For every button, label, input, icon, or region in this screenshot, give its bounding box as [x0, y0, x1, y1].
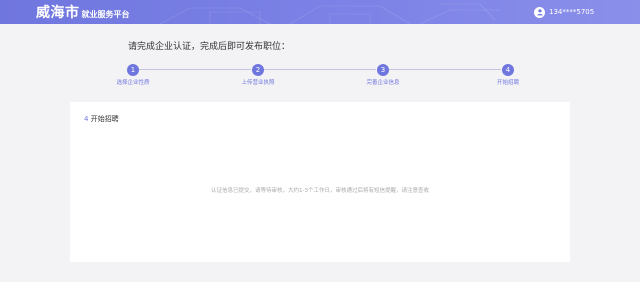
step-connector [139, 69, 251, 70]
header-decoration [159, 3, 500, 24]
status-card: 4 开始招聘 认证信息已提交，请等待审核，大约1-3个工作日，审核通过后将有短信… [70, 102, 570, 262]
review-status-message: 认证信息已提交，请等待审核，大约1-3个工作日，审核通过后将有短信提醒，请注意查… [211, 188, 429, 194]
card-title: 4 开始招聘 [84, 114, 119, 124]
step-3-circle: 3 [377, 64, 389, 76]
user-account[interactable]: 134****5705 [534, 4, 610, 20]
step-2-label: 上传营业执照 [241, 80, 275, 86]
step-progress: 1 2 3 4 选择企业性质 上传营业执照 完善企业信息 开始招聘 [0, 62, 640, 92]
user-phone: 134****5705 [549, 8, 595, 16]
step-4-label: 开始招聘 [496, 80, 519, 86]
card-title-number: 4 [84, 115, 89, 123]
step-1-label: 选择企业性质 [116, 80, 150, 86]
site-logo[interactable]: 威海市 就业服务平台 [36, 3, 130, 21]
step-1-circle: 1 [127, 64, 139, 76]
certification-prompt: 请完成企业认证，完成后即可发布职位： [128, 42, 291, 52]
step-connector [264, 69, 376, 70]
step-2-circle: 2 [252, 64, 264, 76]
step-3-label: 完善企业信息 [366, 80, 400, 86]
user-avatar-icon [534, 6, 545, 18]
step-4-circle: 4 [502, 64, 514, 76]
card-title-text: 开始招聘 [90, 115, 119, 123]
logo-platform: 就业服务平台 [81, 10, 130, 19]
logo-city: 威海市 [36, 5, 80, 21]
top-header: 威海市 就业服务平台 134****5705 [0, 0, 640, 24]
step-connector [389, 69, 501, 70]
